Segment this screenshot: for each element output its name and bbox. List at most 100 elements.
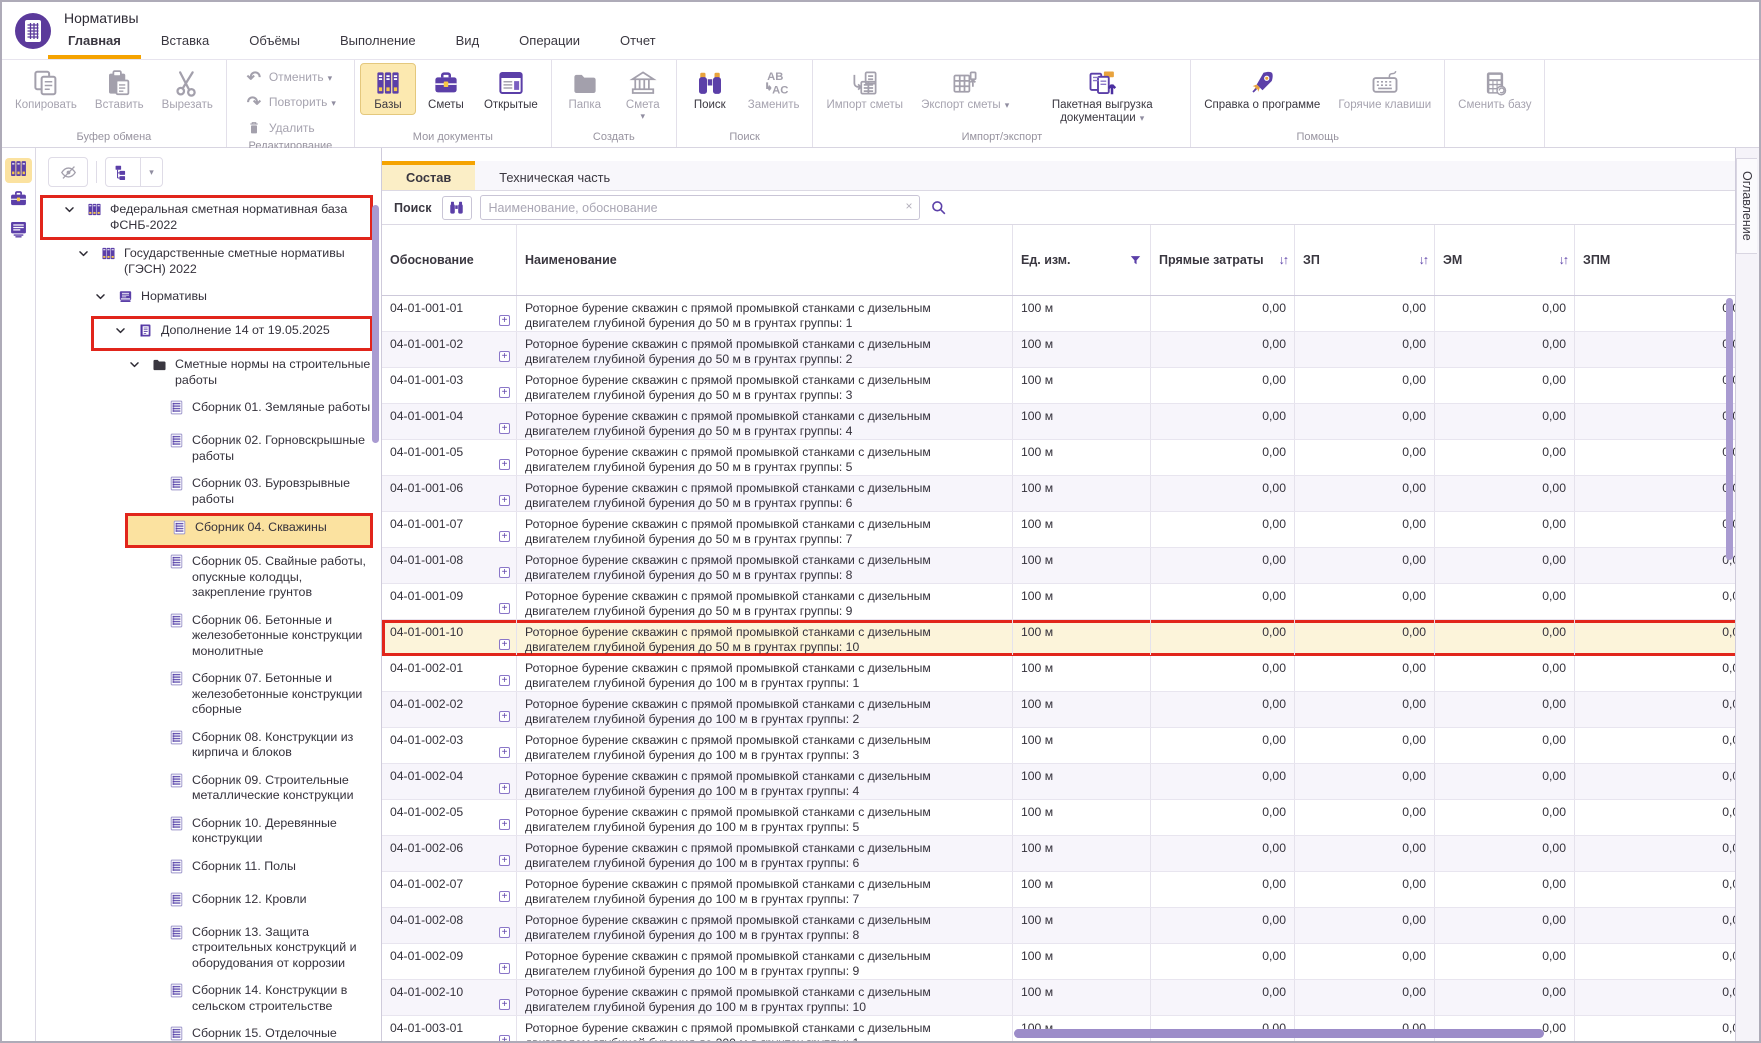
import-button[interactable]: Импорт сметы: [818, 63, 911, 115]
expand-plus-icon[interactable]: +: [499, 927, 510, 938]
expand-plus-icon[interactable]: +: [499, 999, 510, 1010]
tree-item[interactable]: Сборник 09. Строительные металлические к…: [36, 767, 373, 810]
ribbon-tab-главная[interactable]: Главная: [48, 27, 141, 59]
books-button[interactable]: Базы: [360, 63, 416, 115]
paste-button[interactable]: Вставить: [87, 63, 152, 115]
ribbon-tab-объёмы[interactable]: Объёмы: [229, 27, 320, 59]
expand-plus-icon[interactable]: +: [499, 351, 510, 362]
column-header[interactable]: Наименование: [517, 225, 1013, 295]
replace-button[interactable]: ABACЗаменить: [740, 63, 808, 115]
chevron-down-icon[interactable]: [73, 247, 100, 260]
open-docs-button[interactable]: Открытые: [476, 63, 546, 115]
tree-item[interactable]: Сборник 04. Скважины: [125, 513, 373, 548]
expand-plus-icon[interactable]: +: [499, 387, 510, 398]
table-row[interactable]: 04-01-002-08+Роторное бурение скважин с …: [382, 908, 1735, 944]
table-row[interactable]: 04-01-002-03+Роторное бурение скважин с …: [382, 728, 1735, 764]
tree-item[interactable]: Дополнение 14 от 19.05.2025: [91, 316, 373, 351]
app-logo-icon[interactable]: [14, 12, 52, 50]
table-row[interactable]: 04-01-001-03+Роторное бурение скважин с …: [382, 368, 1735, 404]
estimates-rail-button[interactable]: [5, 218, 32, 243]
table-row[interactable]: 04-01-002-01+Роторное бурение скважин с …: [382, 656, 1735, 692]
table-row[interactable]: 04-01-001-06+Роторное бурение скважин с …: [382, 476, 1735, 512]
briefcase-button[interactable]: Сметы: [418, 63, 474, 115]
tree-item[interactable]: Сборник 03. Буровзрывные работы: [36, 470, 373, 513]
tree-item[interactable]: Государственные сметные нормативы (ГЭСН)…: [36, 240, 373, 283]
table-row[interactable]: 04-01-002-07+Роторное бурение скважин с …: [382, 872, 1735, 908]
expand-plus-icon[interactable]: +: [499, 711, 510, 722]
folder-button[interactable]: Папка: [557, 63, 613, 115]
tree-item[interactable]: Сборник 05. Свайные работы, опускные кол…: [36, 548, 373, 607]
expand-plus-icon[interactable]: +: [499, 567, 510, 578]
column-header[interactable]: Обоснование: [382, 225, 517, 295]
tab-tech-part[interactable]: Техническая часть: [475, 161, 634, 190]
sort-icon[interactable]: ↓↑: [1419, 253, 1428, 267]
expand-plus-icon[interactable]: +: [499, 819, 510, 830]
chevron-down-icon[interactable]: [124, 358, 151, 371]
table-row[interactable]: 04-01-001-01+Роторное бурение скважин с …: [382, 296, 1735, 332]
expand-plus-icon[interactable]: +: [499, 315, 510, 326]
redo-button[interactable]: ↷Повторить▾: [238, 92, 343, 114]
ribbon-tab-вставка[interactable]: Вставка: [141, 27, 229, 59]
tree-item[interactable]: Сборник 06. Бетонные и железобетонные ко…: [36, 607, 373, 666]
table-row[interactable]: 04-01-001-10+Роторное бурение скважин с …: [382, 620, 1735, 656]
keyboard-button[interactable]: Горячие клавиши: [1330, 63, 1439, 115]
building-button[interactable]: Смета▾: [615, 63, 671, 123]
tree-item[interactable]: Нормативы: [36, 283, 373, 316]
tree-item[interactable]: Сборник 07. Бетонные и железобетонные ко…: [36, 665, 373, 724]
table-row[interactable]: 04-01-002-02+Роторное бурение скважин с …: [382, 692, 1735, 728]
table-row[interactable]: 04-01-001-04+Роторное бурение скважин с …: [382, 404, 1735, 440]
tree-item[interactable]: Сборник 10. Деревянные конструкции: [36, 810, 373, 853]
tab-sostav[interactable]: Состав: [382, 161, 475, 190]
column-header[interactable]: ЗПМ↓↑: [1575, 225, 1735, 295]
ribbon-tab-вид[interactable]: Вид: [436, 27, 500, 59]
table-row[interactable]: 04-01-001-09+Роторное бурение скважин с …: [382, 584, 1735, 620]
table-row[interactable]: 04-01-002-09+Роторное бурение скважин с …: [382, 944, 1735, 980]
expand-plus-icon[interactable]: +: [499, 675, 510, 686]
expand-plus-icon[interactable]: +: [499, 747, 510, 758]
tree-item[interactable]: Сборник 13. Защита строительных конструк…: [36, 919, 373, 978]
expand-plus-icon[interactable]: +: [499, 459, 510, 470]
eye-off-button[interactable]: [48, 157, 88, 187]
expand-plus-icon[interactable]: +: [499, 603, 510, 614]
expand-plus-icon[interactable]: +: [499, 1035, 510, 1041]
tree-item[interactable]: Сборник 02. Горновскрышные работы: [36, 427, 373, 470]
expand-plus-icon[interactable]: +: [499, 891, 510, 902]
search-submit-icon[interactable]: [929, 198, 948, 217]
clear-search-icon[interactable]: ×: [906, 199, 913, 213]
column-header[interactable]: ЭМ↓↑: [1435, 225, 1575, 295]
column-header[interactable]: Прямые затраты↓↑: [1151, 225, 1295, 295]
tree-item[interactable]: Сборник 15. Отделочные работы: [36, 1020, 373, 1041]
table-row[interactable]: 04-01-002-04+Роторное бурение скважин с …: [382, 764, 1735, 800]
table-horizontal-scrollbar[interactable]: [1014, 1029, 1544, 1038]
expand-plus-icon[interactable]: +: [499, 423, 510, 434]
tree-item[interactable]: Сметные нормы на строительные работы: [36, 351, 373, 394]
binoculars-button[interactable]: Поиск: [682, 63, 738, 115]
trash-button[interactable]: Удалить: [238, 117, 322, 139]
tree-item[interactable]: Сборник 12. Кровли: [36, 886, 373, 919]
batch-export-button[interactable]: Пакетная выгрузка документации▾: [1019, 63, 1185, 128]
chevron-down-icon[interactable]: [59, 203, 86, 216]
ribbon-tab-выполнение[interactable]: Выполнение: [320, 27, 436, 59]
expand-plus-icon[interactable]: +: [499, 963, 510, 974]
table-vertical-scrollbar[interactable]: [1726, 298, 1733, 560]
export-button[interactable]: Экспорт сметы▾: [913, 63, 1017, 115]
filter-icon[interactable]: [1128, 253, 1143, 268]
toc-tab[interactable]: Оглавление: [1736, 158, 1757, 254]
table-row[interactable]: 04-01-001-07+Роторное бурение скважин с …: [382, 512, 1735, 548]
table-row[interactable]: 04-01-001-05+Роторное бурение скважин с …: [382, 440, 1735, 476]
undo-button[interactable]: ↶Отменить▾: [238, 67, 339, 89]
chevron-down-icon[interactable]: [110, 324, 137, 337]
scissors-button[interactable]: Вырезать: [154, 63, 221, 115]
tree-scrollbar[interactable]: [372, 205, 379, 443]
column-header[interactable]: Ед. изм.: [1013, 225, 1151, 295]
table-row[interactable]: 04-01-002-06+Роторное бурение скважин с …: [382, 836, 1735, 872]
table-row[interactable]: 04-01-002-10+Роторное бурение скважин с …: [382, 980, 1735, 1016]
briefcase-rail-button[interactable]: [5, 188, 32, 213]
table-row[interactable]: 04-01-001-08+Роторное бурение скважин с …: [382, 548, 1735, 584]
sort-icon[interactable]: ↓↑: [1559, 253, 1568, 267]
tree-item[interactable]: Сборник 14. Конструкции в сельском строи…: [36, 977, 373, 1020]
copy-button[interactable]: Копировать: [7, 63, 85, 115]
tree-item[interactable]: Федеральная сметная нормативная база ФСН…: [40, 195, 373, 240]
expand-plus-icon[interactable]: +: [499, 855, 510, 866]
sort-icon[interactable]: ↓↑: [1279, 253, 1288, 267]
